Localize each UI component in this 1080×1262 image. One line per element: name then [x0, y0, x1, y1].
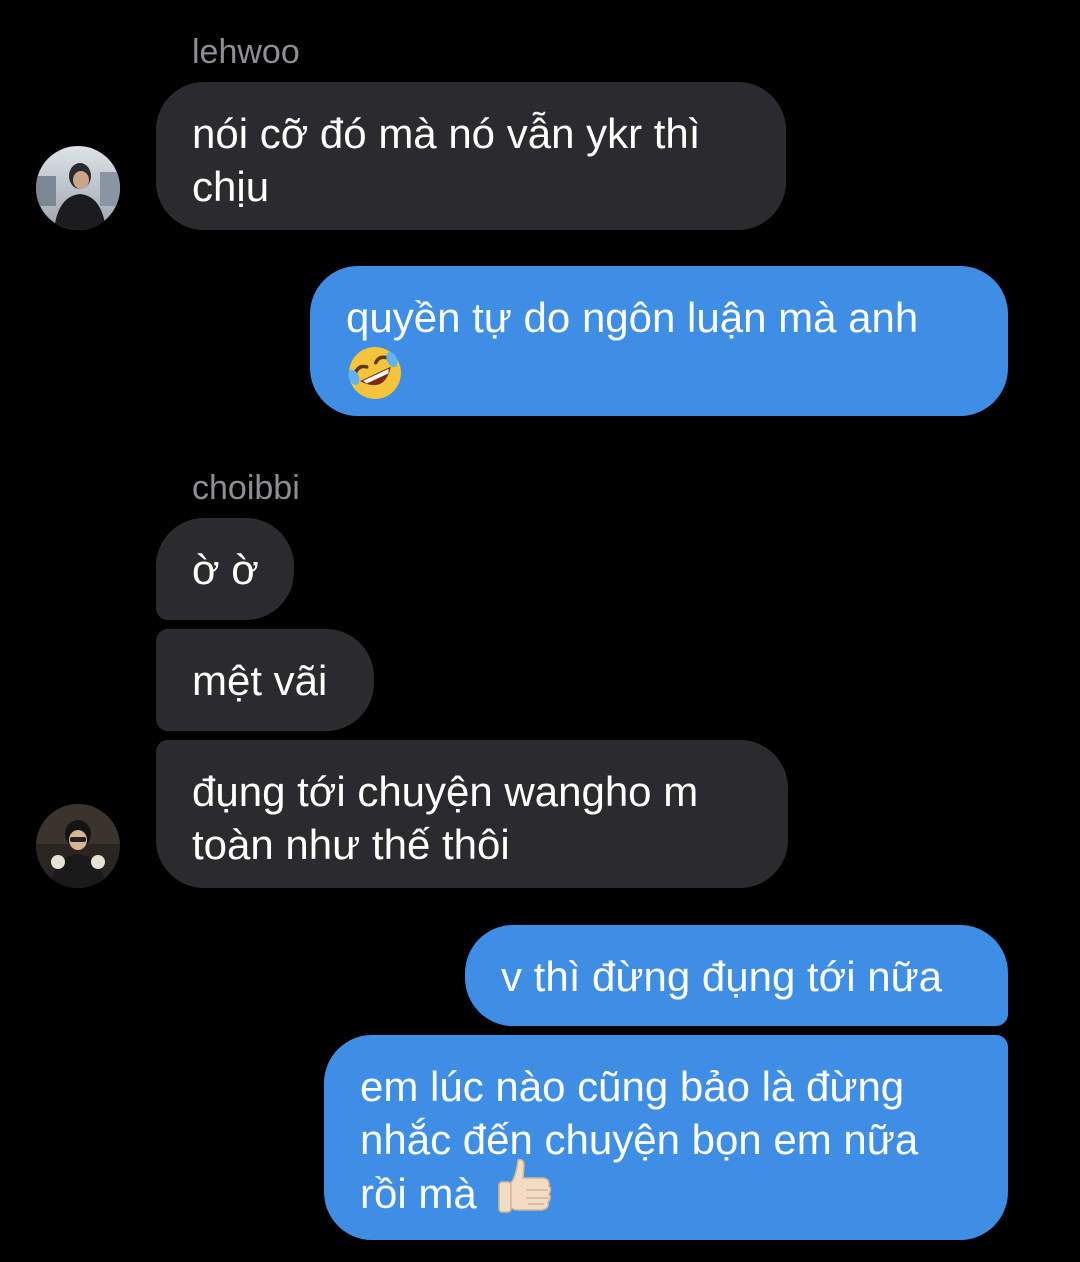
message-bubble-incoming[interactable]: mệt vãi [156, 629, 374, 731]
message-line: toàn như thế thôi [192, 821, 510, 868]
message-line: quyền tự do ngôn luận mà anh [346, 294, 919, 341]
message-bubble-incoming[interactable]: đụng tới chuyện wangho m toàn như thế th… [156, 740, 788, 888]
message-line: nói cỡ đó mà nó vẫn ykr thì [192, 110, 701, 157]
message-bubble-incoming[interactable]: nói cỡ đó mà nó vẫn ykr thì chịu [156, 82, 786, 230]
avatar-choibbi[interactable] [36, 804, 120, 888]
message-text: mệt vãi [192, 657, 328, 704]
message-line: chịu [192, 163, 270, 210]
rolling-on-floor-laughing-emoji [346, 344, 404, 414]
avatar-lehwoo[interactable] [36, 146, 120, 230]
message-line: em lúc nào cũng bảo là đừng [360, 1063, 905, 1110]
message-line: đụng tới chuyện wangho m [192, 768, 699, 815]
sender-name-lehwoo: lehwoo [192, 33, 300, 71]
message-bubble-outgoing[interactable]: em lúc nào cũng bảo là đừng nhắc đến chu… [324, 1035, 1008, 1240]
message-text: ờ ờ [192, 546, 259, 593]
message-line-emoji [346, 344, 972, 399]
message-bubble-incoming[interactable]: ờ ờ [156, 518, 294, 620]
message-line-with-emoji: rồi mà [360, 1158, 972, 1219]
message-bubble-outgoing[interactable]: v thì đừng đụng tới nữa [465, 925, 1008, 1026]
message-line: rồi mà [360, 1170, 477, 1218]
sender-name-choibbi: choibbi [192, 469, 300, 507]
message-bubble-outgoing[interactable]: quyền tự do ngôn luận mà anh [310, 266, 1008, 416]
thumbs-up-emoji [496, 1156, 554, 1228]
message-text: v thì đừng đụng tới nữa [501, 953, 943, 1000]
message-line: nhắc đến chuyện bọn em nữa [360, 1116, 919, 1163]
